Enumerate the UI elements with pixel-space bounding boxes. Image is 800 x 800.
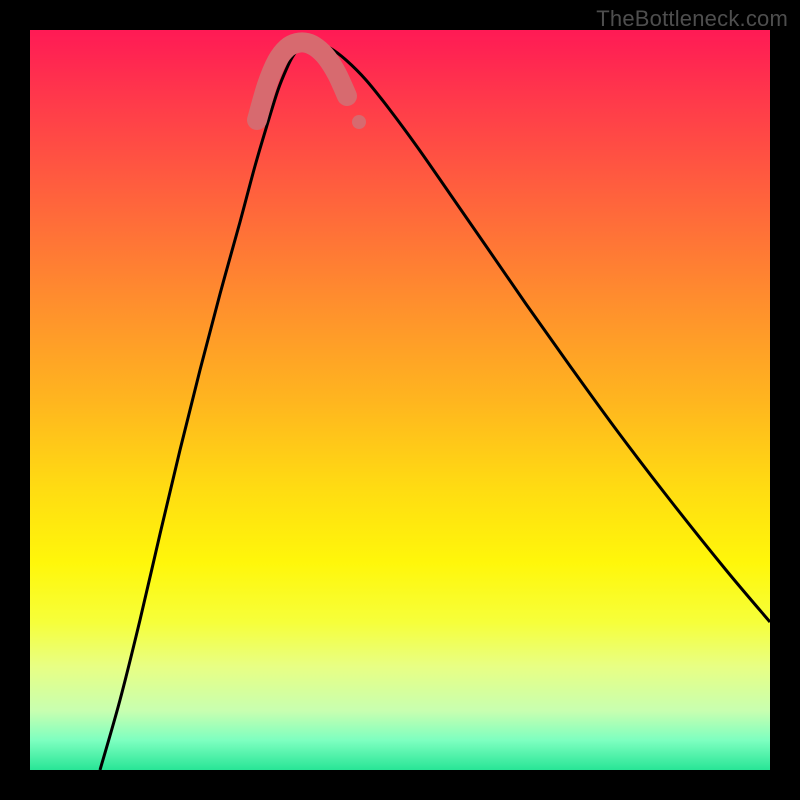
chart-frame: TheBottleneck.com <box>0 0 800 800</box>
curve-svg <box>30 30 770 770</box>
marker-band <box>257 42 347 120</box>
plot-area <box>30 30 770 770</box>
marker-dot-right <box>352 115 366 129</box>
bottleneck-curve <box>100 44 770 771</box>
watermark-text: TheBottleneck.com <box>596 6 788 32</box>
